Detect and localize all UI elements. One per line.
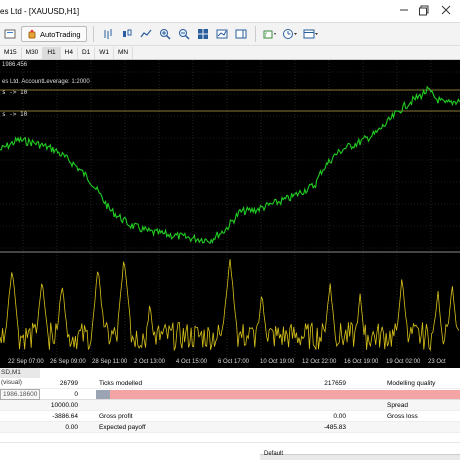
modelling-quality-fill: [96, 390, 110, 399]
indicators-icon[interactable]: f: [262, 26, 278, 42]
ticks-value: 26799: [59, 380, 78, 387]
autotrading-icon: [28, 29, 36, 39]
close-icon[interactable]: [440, 4, 452, 16]
strategy-tester-panel: SD,M1 (visual) 26799 Ticks modelled 2176…: [0, 368, 460, 460]
profit-factor-value: 0.00: [65, 424, 78, 431]
timeframe-h4-button[interactable]: H4: [61, 46, 78, 59]
chart-info-account: es Ltd. AccountLeverage: 1:2000: [2, 79, 90, 85]
autotrading-button[interactable]: AutoTrading: [21, 26, 87, 42]
new-order-icon[interactable]: [2, 26, 18, 42]
expected-payoff-value: -485.83: [323, 424, 346, 431]
modelling-quality-bar: [96, 390, 460, 399]
bars-value: 217659: [324, 380, 346, 387]
templates-icon[interactable]: [302, 26, 320, 42]
chart-label-a: s -> 10: [2, 89, 28, 96]
time-axis: 22 Sep 07:00 26 Sep 09:00 28 Sep 11:00 2 Oc…: [0, 359, 460, 368]
time-axis-label: 2 Oct 13:00: [134, 359, 166, 365]
toolbar-separator: [254, 26, 256, 42]
gross-profit-value: 0.00: [333, 413, 346, 420]
tester-lower-area: Default: [0, 434, 460, 460]
initial-deposit-value: 10000.00: [50, 402, 78, 409]
divider: [0, 442, 460, 443]
tester-row: 10000.00 Spread: [0, 400, 460, 411]
terminal-window: es Ltd - [XAUUSD,H1] AutoTrading f M15 M…: [0, 0, 460, 460]
ticks-label: Ticks modelled: [99, 380, 143, 387]
minimize-icon[interactable]: [398, 4, 410, 16]
tester-row: -3886.64 Gross profit 0.00 Gross loss: [0, 411, 460, 422]
tester-row: 1986.18600 0: [0, 389, 460, 400]
time-axis-label: 28 Sep 11:00: [92, 359, 128, 365]
window-title: es Ltd - [XAUUSD,H1]: [0, 6, 80, 16]
spread-label: Spread: [387, 402, 408, 409]
price-input[interactable]: 1986.18600: [0, 389, 40, 400]
modelling-quality-label: Modelling quality: [387, 380, 436, 387]
chart-line-icon[interactable]: [138, 26, 154, 42]
indicator-line: [0, 259, 460, 352]
gross-loss-label: Gross loss: [387, 413, 418, 420]
time-axis-label: 6 Oct 17:00: [218, 359, 250, 365]
gross-profit-label: Gross profit: [99, 413, 133, 420]
tester-row: 26799 Ticks modelled 217659 Modelling qu…: [0, 378, 460, 389]
zoom-in-icon[interactable]: [157, 26, 173, 42]
price-line: [0, 85, 460, 245]
time-axis-label: 26 Sep 09:00: [50, 359, 86, 365]
mismatch-value: 0: [74, 391, 78, 398]
tile-windows-icon[interactable]: [195, 26, 211, 42]
chart-candles-icon[interactable]: [119, 26, 135, 42]
time-axis-label: 4 Oct 15:00: [176, 359, 208, 365]
tester-symbol-tab[interactable]: SD,M1 (visual): [0, 368, 40, 386]
zoom-out-icon[interactable]: [176, 26, 192, 42]
autotrading-label: AutoTrading: [40, 29, 81, 39]
price-chart[interactable]: 1986.456 es Ltd. AccountLeverage: 1:2000…: [0, 60, 460, 360]
chart-canvas: [0, 60, 460, 360]
main-toolbar: AutoTrading f: [0, 22, 460, 46]
net-profit-value: -3886.64: [52, 413, 78, 420]
restore-icon[interactable]: [418, 4, 430, 16]
timeframe-bar: M15 M30 H1 H4 D1 W1 MN: [0, 46, 460, 60]
chart-bars-icon[interactable]: [100, 26, 116, 42]
toolbar-separator: [92, 26, 94, 42]
shift-chart-icon[interactable]: [233, 26, 249, 42]
time-axis-label: 22 Sep 07:00: [8, 359, 44, 365]
timeframe-h1-button[interactable]: H1: [43, 46, 61, 59]
settings-bar: Default: [260, 451, 460, 460]
time-axis-label: 19 Oct 02:00: [386, 359, 421, 365]
timeframe-mn-button[interactable]: MN: [114, 46, 134, 59]
timeframe-m15-button[interactable]: M15: [0, 46, 22, 59]
time-axis-label: 23 Oct: [428, 359, 446, 365]
periods-icon[interactable]: [281, 26, 299, 42]
time-axis-label: 16 Oct 19:00: [344, 359, 379, 365]
time-axis-label: 12 Oct 22:00: [302, 359, 337, 365]
scroll-chart-icon[interactable]: [214, 26, 230, 42]
tester-row: 0.00 Expected payoff -485.83: [0, 422, 460, 433]
time-axis-label: 10 Oct 19:00: [260, 359, 295, 365]
expected-payoff-label: Expected payoff: [99, 424, 146, 431]
timeframe-w1-button[interactable]: W1: [95, 46, 114, 59]
timeframe-m30-button[interactable]: M30: [22, 46, 44, 59]
title-bar: es Ltd - [XAUUSD,H1]: [0, 0, 460, 22]
chart-label-b: s -> 10: [2, 111, 28, 118]
default-label: Default: [264, 451, 284, 457]
timeframe-d1-button[interactable]: D1: [78, 46, 96, 59]
chart-info-price: 1986.456: [2, 62, 28, 68]
